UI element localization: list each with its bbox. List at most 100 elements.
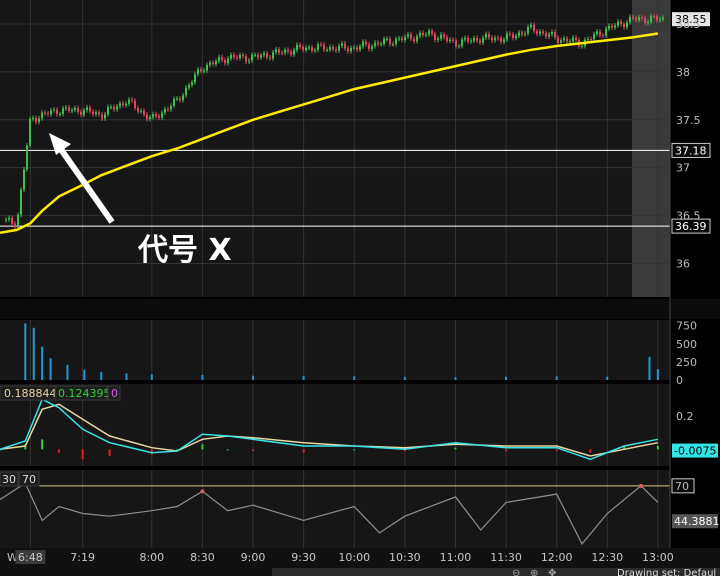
candle-body: [107, 107, 109, 115]
candle-body: [611, 25, 613, 28]
candle-body: [656, 16, 658, 21]
candle-body: [218, 57, 220, 62]
candle-body: [644, 18, 646, 24]
time-tick-label: 9:30: [291, 551, 316, 564]
candle-body: [590, 39, 592, 41]
candle-body: [59, 113, 61, 115]
candle-body: [560, 40, 562, 43]
volume-tick-label: 0: [676, 374, 683, 387]
candle-body: [617, 21, 619, 26]
candle-body: [608, 25, 610, 29]
candle-body: [380, 43, 382, 45]
candle-body: [659, 19, 661, 21]
candle-body: [650, 16, 652, 22]
volume-panel[interactable]: [0, 320, 670, 380]
candle-body: [47, 113, 49, 115]
candle-body: [518, 32, 520, 36]
zoom-out-icon[interactable]: ⊖: [512, 568, 520, 576]
volume-tick-label: 750: [676, 320, 697, 333]
candle-body: [440, 34, 442, 39]
candle-body: [401, 38, 403, 41]
rsi-last-label: 44.3881: [674, 515, 720, 528]
candle-body: [476, 37, 478, 41]
rsi-panel[interactable]: [0, 470, 670, 548]
candle-body: [83, 110, 85, 115]
rsi-header: 30 70: [0, 471, 40, 487]
drawing-set-label[interactable]: Drawing set: Defaul: [617, 568, 716, 576]
candle-body: [389, 38, 391, 45]
candle-body: [26, 145, 28, 170]
candle-body: [143, 110, 145, 115]
rsi-overbought-point: [200, 489, 205, 494]
macd-histogram-bar: [201, 444, 204, 450]
candle-body: [161, 112, 163, 118]
price-level-label: 37.18: [675, 144, 707, 157]
volume-bar: [302, 376, 305, 380]
candle-body: [527, 26, 529, 34]
time-tick-label: 9:00: [241, 551, 266, 564]
zoom-in-icon[interactable]: ⊕: [530, 568, 538, 576]
candle-body: [224, 60, 226, 64]
candle-body: [305, 47, 307, 51]
candle-body: [194, 74, 196, 83]
candle-body: [206, 64, 208, 71]
price-tick-label: 36.5: [676, 210, 701, 223]
candle-body: [371, 46, 373, 49]
candle-body: [461, 39, 463, 47]
rsi-tick-label: 70: [675, 480, 689, 493]
candle-body: [329, 46, 331, 50]
candle-body: [296, 44, 298, 51]
candle-body: [263, 53, 265, 56]
volume-bar: [125, 373, 128, 380]
candle-body: [146, 114, 148, 120]
candle-body: [653, 16, 655, 18]
volume-tick-label: 500: [676, 338, 697, 351]
candle-body: [539, 31, 541, 34]
candle-body: [254, 54, 256, 56]
candle-body: [326, 49, 328, 51]
candle-body: [536, 31, 538, 34]
time-tick-label: 8:30: [190, 551, 215, 564]
candle-body: [38, 118, 40, 122]
candle-body: [332, 46, 334, 50]
pan-icon[interactable]: ✥: [548, 568, 556, 576]
candle-body: [248, 60, 250, 62]
candle-body: [275, 49, 277, 53]
candle-body: [455, 40, 457, 47]
volume-bar: [66, 364, 69, 380]
candle-body: [524, 33, 526, 35]
candle-body: [86, 107, 88, 111]
volume-bar: [648, 356, 651, 380]
candle-body: [392, 44, 394, 46]
candle-body: [29, 118, 31, 146]
candle-body: [356, 47, 358, 50]
candle-body: [398, 38, 400, 40]
candle-body: [572, 37, 574, 42]
candle-body: [494, 37, 496, 41]
candle-body: [71, 109, 73, 111]
macd-histogram-bar: [505, 449, 508, 451]
candle-body: [557, 37, 559, 43]
candle-body: [506, 33, 508, 40]
candle-body: [497, 37, 499, 39]
candle-body: [215, 61, 217, 65]
candle-body: [287, 49, 289, 52]
candle-body: [134, 100, 136, 109]
stock-chart[interactable]: 37.1836.3938.55 -0.0075 7044.3881 3636.5…: [0, 0, 720, 576]
candle-body: [512, 34, 514, 39]
candle-body: [119, 103, 121, 107]
candle-body: [167, 108, 169, 110]
candle-body: [101, 114, 103, 119]
candle-body: [233, 54, 235, 58]
candle-body: [605, 28, 607, 36]
candle-body: [404, 36, 406, 41]
candle-body: [299, 44, 301, 48]
time-tick-label: 12:00: [541, 551, 573, 564]
candle-body: [140, 110, 142, 112]
volume-bar: [24, 323, 27, 380]
price-tick-label: 37: [676, 162, 690, 175]
candle-body: [41, 112, 43, 119]
candle-body: [485, 33, 487, 38]
candle-body: [155, 114, 157, 117]
candle-body: [416, 36, 418, 42]
